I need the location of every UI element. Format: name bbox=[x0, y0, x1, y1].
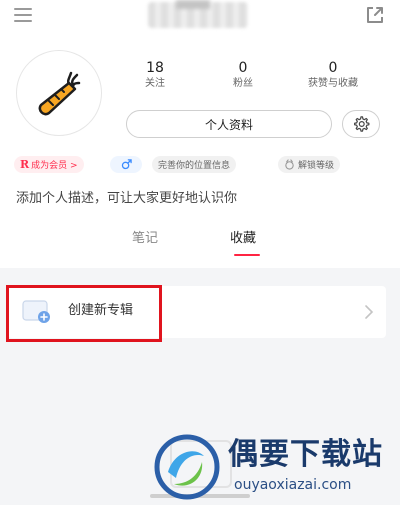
active-tab-indicator bbox=[234, 254, 260, 256]
carrot-icon bbox=[38, 71, 81, 116]
watermark-title: 偶要下载站 bbox=[228, 437, 383, 472]
stat-value: 0 bbox=[238, 60, 248, 76]
share-external-icon[interactable] bbox=[364, 4, 386, 26]
become-member-label: 成为会员 > bbox=[31, 161, 78, 171]
annotation-highlight-box bbox=[6, 285, 162, 342]
stat-likes-collects[interactable]: 0 获赞与收藏 bbox=[288, 60, 378, 91]
location-label: 完善你的位置信息 bbox=[158, 161, 231, 171]
level-label: 解锁等级 bbox=[298, 161, 335, 171]
profile-card: 18 关注 0 粉丝 0 获赞与收藏 个人资料 R 成为会员 > 完善你的位置信… bbox=[0, 0, 400, 268]
location-tag[interactable]: 完善你的位置信息 bbox=[152, 156, 237, 173]
stat-label: 获赞与收藏 bbox=[308, 78, 358, 89]
avatar[interactable] bbox=[16, 50, 102, 136]
chevron-right-icon bbox=[365, 305, 374, 319]
stat-label: 粉丝 bbox=[233, 78, 253, 89]
menu-icon[interactable] bbox=[14, 8, 32, 22]
male-icon bbox=[121, 159, 132, 170]
blurred-username bbox=[148, 2, 248, 28]
stat-following[interactable]: 18 关注 bbox=[110, 60, 200, 91]
level-tag[interactable]: 解锁等级 bbox=[278, 156, 341, 173]
top-bar bbox=[0, 0, 400, 32]
level-badge-icon bbox=[285, 159, 294, 170]
watermark-logo-icon bbox=[154, 434, 220, 500]
tab-collect[interactable]: 收藏 bbox=[230, 230, 256, 248]
gear-icon bbox=[354, 116, 370, 132]
stat-value: 0 bbox=[328, 60, 338, 76]
edit-profile-button[interactable]: 个人资料 bbox=[126, 110, 332, 138]
tab-notes[interactable]: 笔记 bbox=[132, 230, 158, 248]
stat-value: 18 bbox=[146, 60, 164, 76]
profile-description[interactable]: 添加个人描述，可让大家更好地认识你 bbox=[16, 190, 237, 208]
vip-r-mark: R bbox=[20, 158, 30, 171]
gender-tag[interactable] bbox=[110, 156, 142, 173]
become-member-tag[interactable]: R 成为会员 > bbox=[14, 156, 84, 173]
site-watermark: 偶要下载站 ouyaoxiazai.com bbox=[150, 430, 400, 505]
stat-followers[interactable]: 0 粉丝 bbox=[198, 60, 288, 91]
settings-button[interactable] bbox=[342, 110, 380, 138]
watermark-url: ouyaoxiazai.com bbox=[234, 477, 352, 493]
stat-label: 关注 bbox=[145, 78, 165, 89]
